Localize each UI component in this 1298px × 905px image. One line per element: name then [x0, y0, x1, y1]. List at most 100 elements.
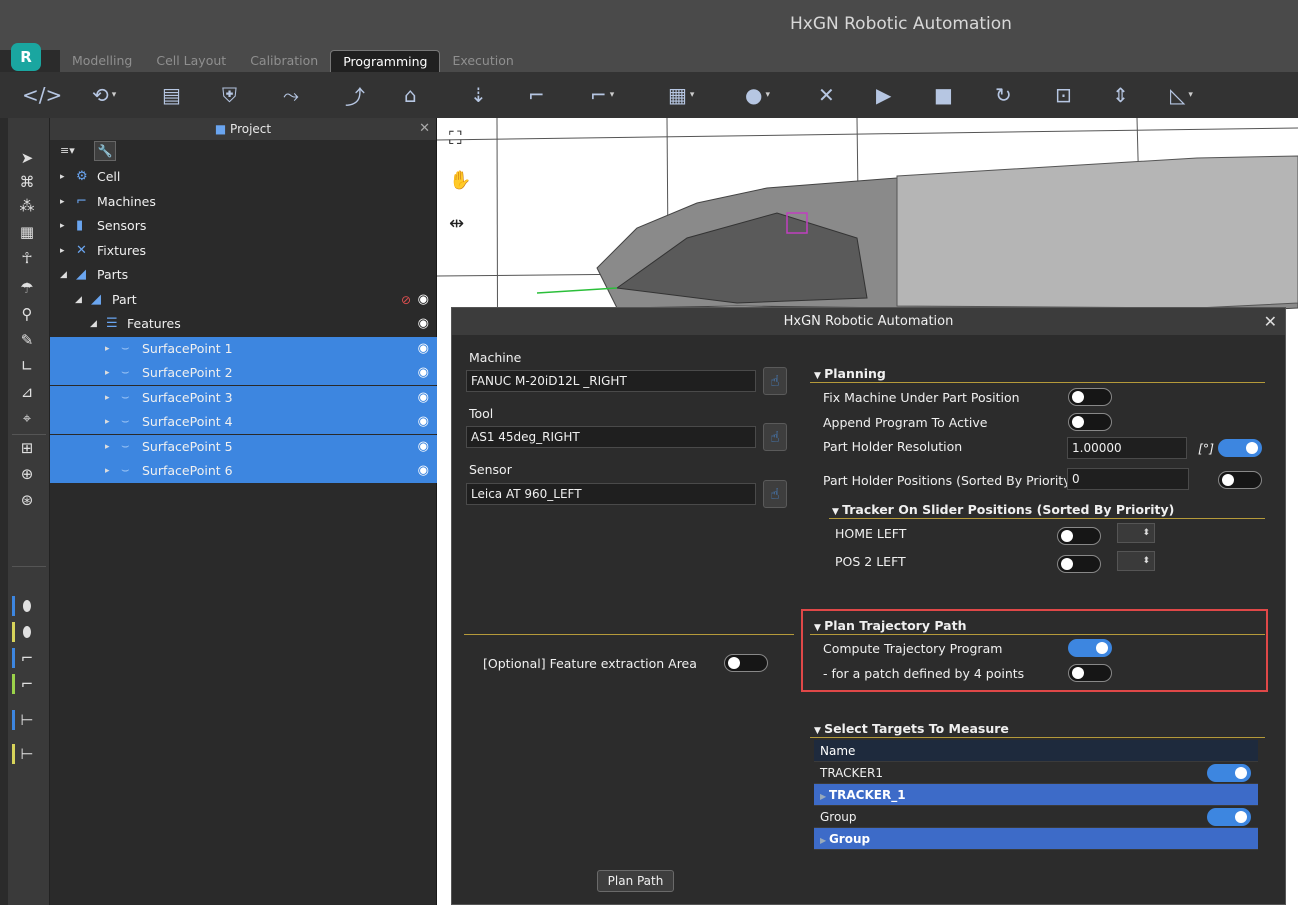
app-logo-icon[interactable]: R	[11, 43, 41, 71]
cursor-icon[interactable]: ⌖	[12, 408, 42, 428]
target-toggle[interactable]	[1207, 764, 1251, 782]
tree-item[interactable]: ◢ ◢ Part ◉ ⊘	[50, 288, 437, 312]
collapse-arrow-icon[interactable]: ◢	[60, 263, 67, 287]
robot-add-icon[interactable]: ⊕	[12, 464, 42, 484]
tree-item[interactable]: ▸ ⚙ Cell	[50, 165, 437, 189]
robot-home-icon[interactable]: ⌂	[404, 77, 417, 113]
pen-icon[interactable]: ✎	[12, 330, 42, 350]
close-icon[interactable]: ✕	[419, 118, 430, 140]
table-group-row[interactable]: ▶ TRACKER_1	[814, 784, 1258, 806]
tree-item[interactable]: ▸ ⌐ Machines	[50, 190, 437, 214]
pick-tool-button[interactable]: ☝	[763, 423, 787, 451]
locked-icon[interactable]: ⊘	[401, 288, 411, 312]
resolution-toggle[interactable]	[1218, 439, 1262, 457]
locate-icon[interactable]: ⚲	[12, 304, 42, 324]
measure-dropdown-icon[interactable]: ◺ ▾	[1170, 77, 1193, 113]
rotate-icon[interactable]: ⟲ ▾	[92, 77, 116, 113]
expand-arrow-icon[interactable]: ▸	[105, 337, 110, 361]
expand-arrow-icon[interactable]: ▸	[105, 361, 110, 385]
wrench-icon[interactable]: 🔧	[94, 141, 116, 161]
resolution-field[interactable]: 1.00000	[1067, 437, 1187, 459]
robot-blue-icon[interactable]: ⌐	[12, 648, 42, 668]
collapse-arrow-icon[interactable]: ◢	[90, 312, 97, 336]
tree-item[interactable]: ▸ ▮ Sensors	[50, 214, 437, 238]
tab-programming[interactable]: Programming	[330, 50, 441, 72]
grid-icon[interactable]: ▦	[12, 222, 42, 242]
comment-icon[interactable]: ▤	[162, 77, 181, 113]
targets-section-title[interactable]: ▼ Select Targets To Measure	[814, 721, 1009, 736]
visibility-eye-icon[interactable]: ◉	[418, 386, 429, 410]
target-toggle[interactable]	[1207, 808, 1251, 826]
tree-item[interactable]: ▸ ⌣ SurfacePoint 5 ◉	[50, 434, 437, 459]
planning-section-title[interactable]: ▼ Planning	[814, 366, 886, 381]
table-group-row[interactable]: ▶ Group	[814, 828, 1258, 850]
hand-tool-icon[interactable]: ✋	[449, 170, 471, 191]
axis-icon[interactable]: ∟	[12, 356, 42, 376]
points-icon[interactable]: ⁂	[12, 196, 42, 216]
expand-arrow-icon[interactable]: ▸	[105, 459, 110, 483]
tree-item[interactable]: ▸ ⌣ SurfacePoint 4 ◉	[50, 410, 437, 434]
sync-probe-icon[interactable]: ↻	[995, 77, 1012, 113]
visibility-eye-icon[interactable]: ◉	[418, 410, 429, 434]
probe-yellow-icon[interactable]: ⬮	[12, 622, 42, 642]
person-icon[interactable]: ☥	[12, 248, 42, 268]
tree-item[interactable]: ▸ ⌣ SurfacePoint 1 ◉	[50, 336, 437, 361]
collapse-arrow-icon[interactable]: ◢	[75, 288, 82, 312]
slider-yellow-icon[interactable]: ⊢	[12, 744, 42, 764]
align-icon[interactable]: ⇕	[1112, 77, 1129, 113]
play-probe-icon[interactable]: ▶	[876, 77, 891, 113]
slider-section-title[interactable]: ▼ Tracker On Slider Positions (Sorted By…	[832, 502, 1174, 517]
tree-item[interactable]: ▸ ⌣ SurfacePoint 2 ◉	[50, 361, 437, 385]
expand-arrow-icon[interactable]: ▸	[60, 190, 65, 214]
plan-path-button[interactable]: Plan Path	[597, 870, 674, 892]
robot-path-icon[interactable]: ⤳	[283, 77, 299, 113]
select-arrow-icon[interactable]: ➤	[12, 148, 42, 168]
robot-settings-icon[interactable]: ⊛	[12, 490, 42, 510]
display-icon[interactable]: ▦ ▾	[668, 77, 694, 113]
robot-arm-icon[interactable]: ⌐	[528, 77, 545, 113]
menu-icon[interactable]: ≡▾	[60, 144, 75, 157]
close-icon[interactable]: ✕	[1264, 308, 1277, 335]
robot-green-icon[interactable]: ⌐	[12, 674, 42, 694]
expand-arrow-icon[interactable]: ▸	[60, 165, 65, 189]
slider-position-spinner[interactable]: ⬍	[1117, 551, 1155, 571]
frame-icon[interactable]: ⌘	[12, 172, 42, 192]
tree-item[interactable]: ◢ ☰ Features ◉	[50, 312, 437, 336]
slider-position-toggle[interactable]	[1057, 527, 1101, 545]
pick-sensor-button[interactable]: ☝	[763, 480, 787, 508]
expand-arrow-icon[interactable]: ▸	[105, 386, 110, 410]
tree-item[interactable]: ▸ ⌣ SurfacePoint 6 ◉	[50, 459, 437, 483]
shield-icon[interactable]: ⛨	[222, 77, 237, 113]
positions-toggle[interactable]	[1218, 471, 1262, 489]
camera-icon[interactable]: ● ▾	[745, 77, 770, 113]
tab-modelling[interactable]: Modelling	[60, 50, 144, 72]
compute-trajectory-toggle[interactable]	[1068, 639, 1112, 657]
probe-icon[interactable]: ⇣	[470, 77, 487, 113]
expand-arrow-icon[interactable]: ▸	[60, 239, 65, 263]
table-row[interactable]: Group	[814, 806, 1258, 828]
tab-cell-layout[interactable]: Cell Layout	[144, 50, 238, 72]
expand-arrow-icon[interactable]: ▸	[60, 214, 65, 238]
robot-arm-dropdown-icon[interactable]: ⌐ ▾	[590, 77, 614, 113]
pick-machine-button[interactable]: ☝	[763, 367, 787, 395]
fullscreen-icon[interactable]: ⛶	[449, 128, 462, 149]
patch-toggle[interactable]	[1068, 664, 1112, 682]
probe-blue-icon[interactable]: ⬮	[12, 596, 42, 616]
expand-arrow-icon[interactable]: ▸	[105, 435, 110, 459]
robot-lock-icon[interactable]: ⊞	[12, 438, 42, 458]
tree-item[interactable]: ◢ ◢ Parts	[50, 263, 437, 287]
tree-item[interactable]: ▸ ⌣ SurfacePoint 3 ◉	[50, 385, 437, 410]
tab-execution[interactable]: Execution	[440, 50, 525, 72]
positions-field[interactable]: 0	[1067, 468, 1189, 490]
collapse-icon[interactable]: ⇹	[449, 213, 464, 234]
trajectory-section-title[interactable]: ▼ Plan Trajectory Path	[814, 618, 966, 633]
tab-calibration[interactable]: Calibration	[238, 50, 330, 72]
slider-position-toggle[interactable]	[1057, 555, 1101, 573]
lock-probe-icon[interactable]: ⊡	[1055, 77, 1072, 113]
feature-area-toggle[interactable]	[724, 654, 768, 672]
slider-blue-icon[interactable]: ⊢	[12, 710, 42, 730]
expand-arrow-icon[interactable]: ▸	[105, 410, 110, 434]
machine-field[interactable]: FANUC M-20iD12L _RIGHT	[466, 370, 756, 392]
code-icon[interactable]: </>	[22, 77, 62, 113]
sensor-field[interactable]: Leica AT 960_LEFT	[466, 483, 756, 505]
